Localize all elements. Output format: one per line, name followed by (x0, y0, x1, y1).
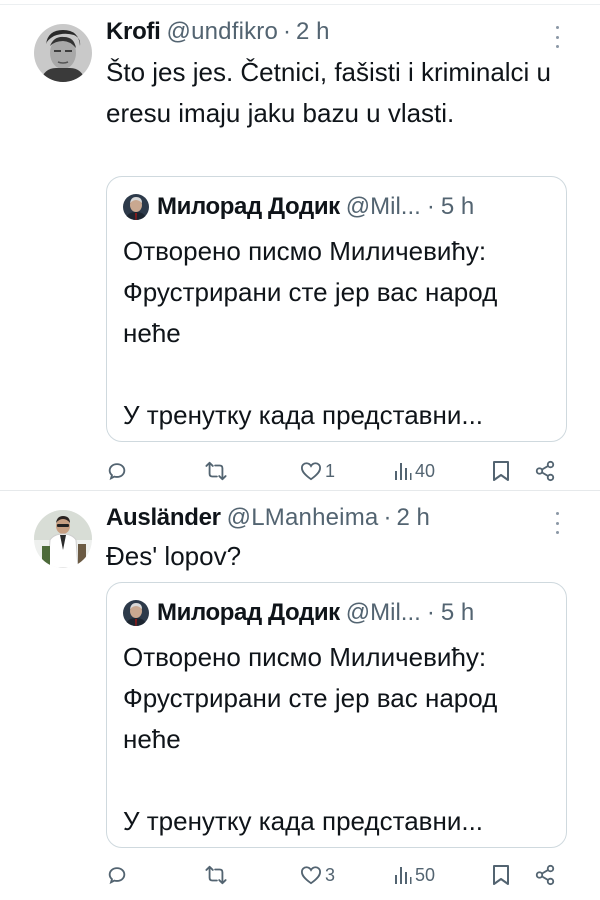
separator-dot: · (283, 18, 292, 45)
views-button[interactable]: 50 (394, 865, 435, 886)
quoted-author-handle: @Mil... (345, 599, 421, 626)
quoted-text-paragraph: У тренутку када представни... (123, 806, 484, 836)
views-icon (395, 463, 412, 480)
author-name[interactable]: Krofi (106, 18, 161, 46)
quoted-tweet[interactable]: Милорад Додик @Mil... · 5 h Отворено пис… (106, 176, 567, 442)
more-icon[interactable] (552, 512, 562, 534)
share-button[interactable] (534, 460, 556, 482)
timestamp[interactable]: 2 h (296, 18, 329, 46)
quoted-tweet-text: Отворено писмо Миличевићу: Фрустрирани с… (123, 637, 554, 842)
reply-icon (108, 867, 126, 885)
quoted-tweet[interactable]: Милорад Додик @Mil... · 5 h Отворено пис… (106, 582, 567, 848)
action-bar: 3 50 (104, 860, 566, 890)
share-icon (535, 864, 555, 886)
like-count: 3 (325, 864, 336, 885)
quoted-tweet-header: Милорад Додик @Mil... · 5 h (123, 193, 554, 221)
avatar[interactable] (34, 24, 92, 82)
quoted-avatar (123, 600, 149, 626)
quoted-author-name: Милорад Додик (157, 599, 340, 626)
top-divider (0, 4, 600, 5)
reply-button[interactable] (106, 460, 128, 482)
quoted-text-paragraph: У тренутку када представни... (123, 400, 484, 430)
like-count: 1 (325, 460, 336, 481)
bookmark-button[interactable] (492, 460, 510, 482)
quoted-timestamp: 5 h (440, 599, 475, 626)
retweet-icon (205, 461, 227, 481)
bookmark-icon (493, 461, 509, 481)
views-button[interactable]: 40 (394, 461, 435, 482)
tweet-text: Što jes jes. Četnici, fašisti i kriminal… (106, 57, 552, 128)
views-count: 50 (415, 864, 436, 885)
author-handle[interactable]: @undfikro (167, 18, 279, 46)
share-button[interactable] (534, 864, 556, 886)
separator-dot: · (426, 599, 435, 626)
quoted-text-paragraph: Отворено писмо Миличевићу: Фрустрирани с… (123, 236, 498, 348)
reply-button[interactable] (106, 864, 128, 886)
quoted-tweet-text: Отворено писмо Миличевићу: Фрустрирани с… (123, 231, 554, 436)
retweet-button[interactable] (204, 460, 228, 482)
separator-dot: · (383, 504, 392, 531)
avatar[interactable] (34, 510, 92, 568)
retweet-button[interactable] (204, 864, 228, 886)
heart-icon (300, 866, 322, 885)
tweet-text: Đes' lopov? (106, 541, 242, 571)
bookmark-button[interactable] (492, 864, 510, 886)
quoted-text-paragraph: Отворено писмо Миличевићу: Фрустрирани с… (123, 642, 498, 754)
like-button[interactable]: 3 (300, 865, 335, 886)
heart-icon (300, 462, 322, 481)
author-handle[interactable]: @LManheima (227, 504, 379, 532)
bookmark-icon (493, 865, 509, 885)
quoted-author-name: Милорад Додик (157, 193, 340, 220)
timestamp[interactable]: 2 h (396, 504, 429, 532)
retweet-icon (205, 865, 227, 885)
quoted-timestamp: 5 h (440, 193, 475, 220)
views-icon (395, 867, 412, 884)
reply-icon (108, 463, 126, 481)
tweet-header: Ausländer @LManheima · 2 h (106, 504, 540, 538)
tweet-divider (0, 490, 600, 491)
share-icon (535, 460, 555, 482)
quoted-avatar (123, 194, 149, 220)
action-bar: 1 40 (104, 456, 566, 486)
more-icon[interactable] (552, 26, 562, 48)
tweet[interactable]: Ausländer @LManheima · 2 h Đes' lopov? М… (0, 496, 600, 900)
tweet-header: Krofi @undfikro · 2 h (106, 18, 540, 52)
quoted-tweet-header: Милорад Додик @Mil... · 5 h (123, 599, 554, 627)
quoted-author-handle: @Mil... (345, 193, 421, 220)
like-button[interactable]: 1 (300, 461, 335, 482)
tweet[interactable]: Krofi @undfikro · 2 h Što jes jes. Četni… (0, 10, 600, 488)
author-name[interactable]: Ausländer (106, 504, 221, 532)
separator-dot: · (426, 193, 435, 220)
views-count: 40 (415, 460, 436, 481)
